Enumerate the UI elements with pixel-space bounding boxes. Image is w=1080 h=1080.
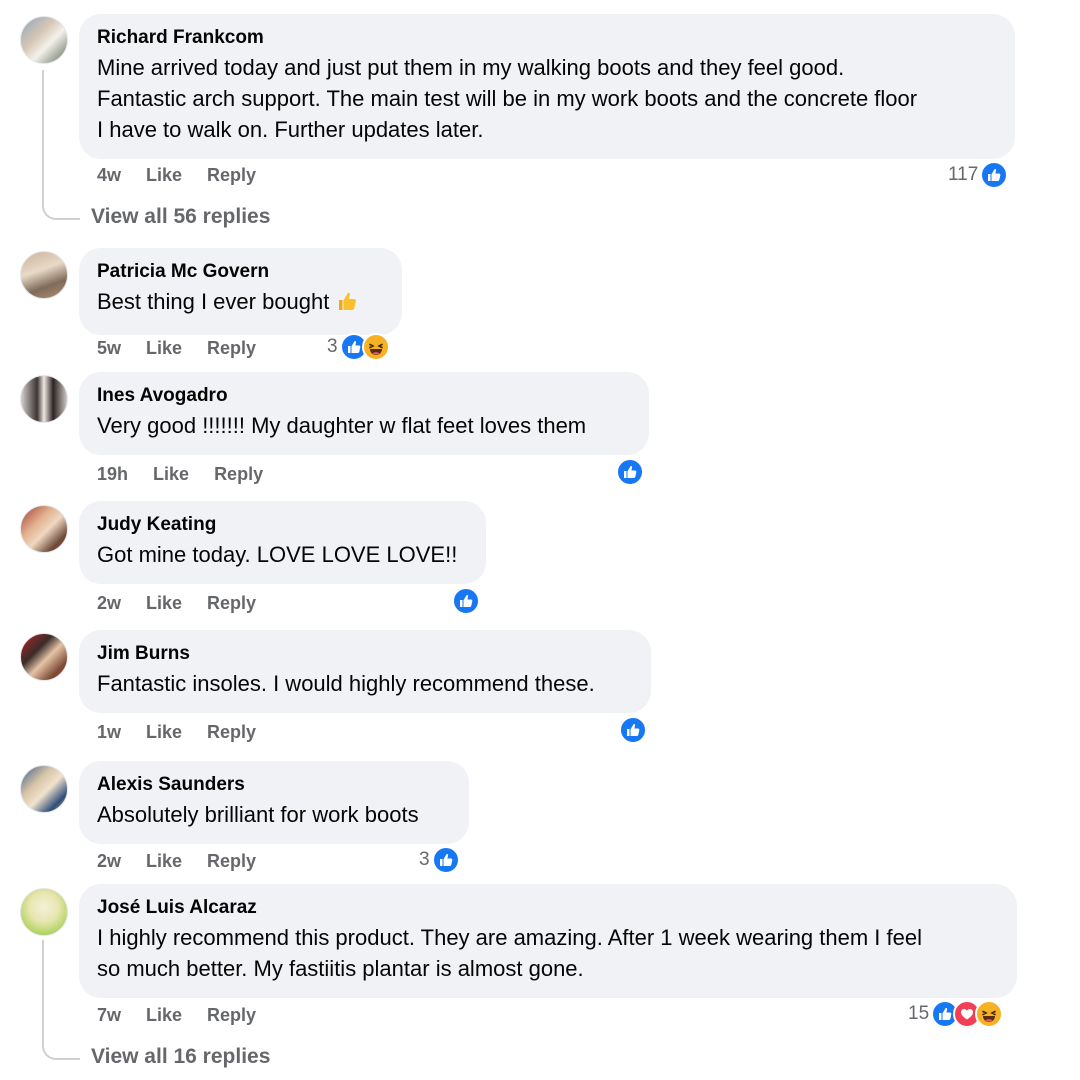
comment-actions: 7w Like Reply [97, 1003, 281, 1027]
haha-reaction-icon [361, 333, 390, 361]
comment-actions: 19h Like Reply [97, 462, 288, 486]
thread-line [42, 70, 44, 200]
reply-button[interactable]: Reply [207, 165, 256, 186]
reply-button[interactable]: Reply [207, 338, 256, 359]
reaction-summary[interactable]: 3 [419, 845, 460, 875]
reaction-count: 15 [908, 1003, 930, 1024]
reply-button[interactable]: Reply [207, 722, 256, 743]
avatar[interactable] [20, 888, 68, 936]
thread-elbow [42, 200, 80, 220]
comment-bubble: Alexis Saunders Absolutely brilliant for… [79, 761, 469, 844]
reaction-summary[interactable]: 3 [327, 332, 390, 362]
comment-bubble: José Luis Alcaraz I highly recommend thi… [79, 884, 1017, 998]
comment-time[interactable]: 4w [97, 165, 121, 186]
view-replies-link[interactable]: View all 56 replies [91, 205, 270, 229]
reply-button[interactable]: Reply [207, 593, 256, 614]
comment-bubble: Ines Avogadro Very good !!!!!!! My daugh… [79, 372, 649, 455]
comment-time[interactable]: 2w [97, 593, 121, 614]
avatar[interactable] [20, 505, 68, 553]
avatar[interactable] [20, 16, 68, 64]
comment-time[interactable]: 1w [97, 722, 121, 743]
comment-author[interactable]: Alexis Saunders [97, 774, 450, 796]
comment-time[interactable]: 7w [97, 1005, 121, 1026]
comment-text: Best thing I ever bought [97, 286, 383, 321]
comment-text: Got mine today. LOVE LOVE LOVE!! [97, 542, 458, 567]
comment-actions: 1w Like Reply [97, 720, 281, 744]
comment-actions: 5w Like Reply [97, 336, 281, 360]
comment-text: I highly recommend this product. They ar… [97, 925, 922, 981]
haha-reaction-icon [975, 1000, 1004, 1028]
thread-line [42, 940, 44, 1040]
avatar[interactable] [20, 633, 68, 681]
comment-author[interactable]: Jim Burns [97, 643, 632, 665]
comment-author[interactable]: Patricia Mc Govern [97, 261, 383, 283]
reaction-summary[interactable]: 117 [948, 160, 1009, 190]
like-button[interactable]: Like [146, 722, 182, 743]
like-button[interactable]: Like [153, 464, 189, 485]
reply-button[interactable]: Reply [207, 1005, 256, 1026]
comment-time[interactable]: 5w [97, 338, 121, 359]
comment-bubble: Richard Frankcom Mine arrived today and … [79, 14, 1015, 159]
reaction-summary[interactable]: 15 [908, 999, 1004, 1029]
like-reaction-icon [619, 716, 647, 744]
reply-button[interactable]: Reply [214, 464, 263, 485]
comment-time[interactable]: 19h [97, 464, 128, 485]
reaction-summary[interactable] [616, 457, 644, 487]
view-replies-link[interactable]: View all 16 replies [91, 1045, 270, 1069]
like-reaction-icon [431, 846, 460, 874]
reaction-summary[interactable] [452, 586, 480, 616]
thumbs-up-emoji-icon [335, 289, 359, 321]
comment-actions: 2w Like Reply [97, 849, 281, 873]
comment-bubble: Patricia Mc Govern Best thing I ever bou… [79, 248, 402, 335]
comment-bubble: Judy Keating Got mine today. LOVE LOVE L… [79, 501, 486, 584]
comment-text: Mine arrived today and just put them in … [97, 55, 918, 142]
reaction-count: 117 [948, 164, 979, 185]
like-button[interactable]: Like [146, 165, 182, 186]
comment-time[interactable]: 2w [97, 851, 121, 872]
comment-text: Fantastic insoles. I would highly recomm… [97, 671, 595, 696]
reply-button[interactable]: Reply [207, 851, 256, 872]
like-reaction-icon [452, 587, 480, 615]
comment-author[interactable]: Ines Avogadro [97, 385, 630, 407]
like-reaction-icon [980, 161, 1009, 189]
reaction-summary[interactable] [619, 715, 647, 745]
like-reaction-icon [616, 458, 644, 486]
comment-text: Very good !!!!!!! My daughter w flat fee… [97, 413, 587, 438]
like-button[interactable]: Like [146, 338, 182, 359]
comment-author[interactable]: Judy Keating [97, 514, 467, 536]
comment-author[interactable]: José Luis Alcaraz [97, 897, 998, 919]
like-button[interactable]: Like [146, 1005, 182, 1026]
thread-elbow [42, 1040, 80, 1060]
like-button[interactable]: Like [146, 851, 182, 872]
avatar[interactable] [20, 765, 68, 813]
comment-text: Absolutely brilliant for work boots [97, 802, 419, 827]
reaction-count: 3 [327, 336, 338, 357]
reaction-count: 3 [419, 849, 430, 870]
comment-bubble: Jim Burns Fantastic insoles. I would hig… [79, 630, 651, 713]
comment-actions: 4w Like Reply [97, 163, 281, 187]
comment-actions: 2w Like Reply [97, 591, 281, 615]
avatar[interactable] [20, 251, 68, 299]
avatar[interactable] [20, 375, 68, 423]
like-button[interactable]: Like [146, 593, 182, 614]
comment-author[interactable]: Richard Frankcom [97, 27, 996, 49]
